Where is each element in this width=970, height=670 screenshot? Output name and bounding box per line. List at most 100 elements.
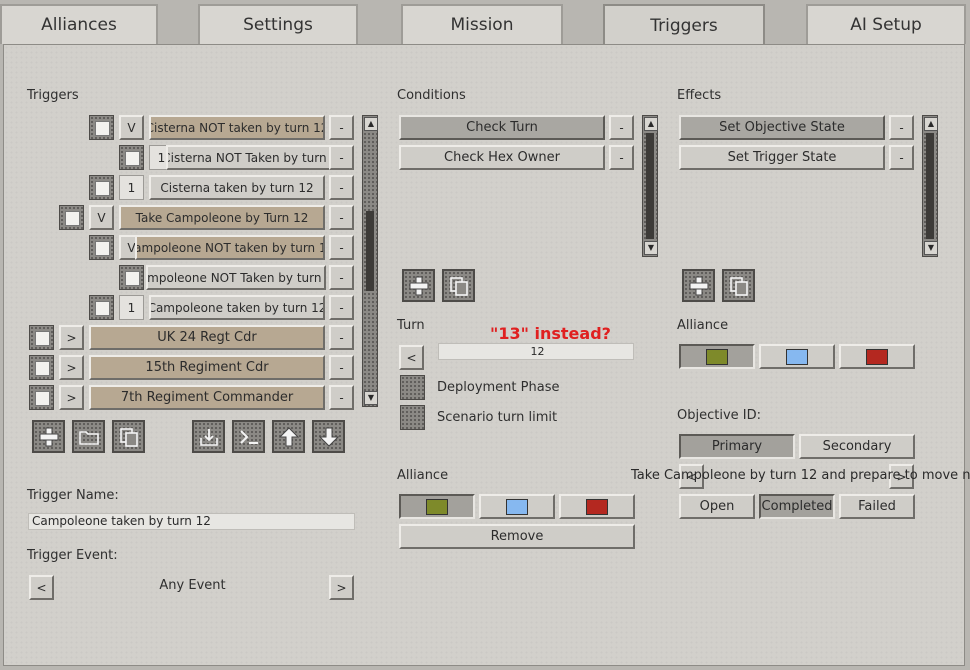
console-button[interactable] [232,420,265,453]
trigger-item[interactable]: Campoleone taken by turn 12 [149,295,325,320]
primary-objective-button[interactable]: Primary [679,434,795,459]
trigger-item[interactable]: 7th Regiment Commander [89,385,325,410]
effect-item[interactable]: Set Objective State [679,115,885,140]
condition-remove-button[interactable]: - [609,145,634,170]
trigger-checkbox[interactable] [119,265,144,290]
scroll-down-arrow[interactable]: ▼ [364,391,378,405]
tab-ai-setup[interactable]: AI Setup [806,4,966,44]
condition-item[interactable]: Check Turn [399,115,605,140]
scroll-thumb[interactable] [926,133,934,239]
alliance-swatch [426,498,448,515]
condition-item[interactable]: Check Hex Owner [399,145,605,170]
arrow-down-icon [318,427,339,447]
trigger-remove-button[interactable]: - [329,265,354,290]
trigger-item[interactable]: Campoleone NOT Taken by turn 12 [146,265,326,290]
alliance-red-button[interactable] [559,494,635,519]
state-open-button[interactable]: Open [679,494,755,519]
state-completed-button[interactable]: Completed [759,494,835,519]
deployment-phase-checkbox[interactable] [400,375,425,400]
secondary-objective-button[interactable]: Secondary [799,434,915,459]
move-down-button[interactable] [312,420,345,453]
effect-remove-button[interactable]: - [889,115,914,140]
trigger-remove-button[interactable]: - [329,115,354,140]
trigger-event-next-button[interactable]: > [329,575,354,600]
trigger-checkbox[interactable] [119,145,144,170]
trigger-expand-button[interactable]: V [89,205,114,230]
trigger-remove-button[interactable]: - [329,175,354,200]
copy-condition-button[interactable] [442,269,475,302]
trigger-item[interactable]: 15th Regiment Cdr [89,355,325,380]
move-up-button[interactable] [272,420,305,453]
effect-alliance-red-button[interactable] [839,344,915,369]
trigger-remove-button[interactable]: - [329,295,354,320]
trigger-event-prev-button[interactable]: < [29,575,54,600]
trigger-remove-button[interactable]: - [329,355,354,380]
scroll-thumb[interactable] [646,133,654,239]
trigger-expand-button[interactable]: > [59,355,84,380]
trigger-item[interactable]: Cisterna NOT Taken by turn 12 [166,145,342,170]
copy-trigger-button[interactable] [112,420,145,453]
conditions-heading: Conditions [397,88,466,103]
effect-remove-button[interactable]: - [889,145,914,170]
conditions-scrollbar[interactable]: ▲ ▼ [642,115,658,257]
trigger-remove-button[interactable]: - [329,205,354,230]
condition-alliance-label: Alliance [397,468,449,483]
copy-icon [449,276,468,296]
add-condition-button[interactable] [402,269,435,302]
triggers-scrollbar[interactable]: ▲ ▼ [362,115,378,407]
scroll-thumb[interactable] [366,211,374,291]
effect-alliance-green-button[interactable] [679,344,755,369]
scenario-turn-limit-checkbox[interactable] [400,405,425,430]
tab-alliances[interactable]: Alliances [0,4,158,44]
trigger-checkbox[interactable] [89,175,114,200]
folder-button[interactable] [72,420,105,453]
trigger-item[interactable]: Cisterna taken by turn 12 [149,175,325,200]
alliance-blue-button[interactable] [479,494,555,519]
trigger-checkbox[interactable] [29,325,54,350]
state-failed-button[interactable]: Failed [839,494,915,519]
alliance-swatch [586,498,608,515]
alliance-green-button[interactable] [399,494,475,519]
trigger-remove-button[interactable]: - [329,235,354,260]
trigger-event-label: Trigger Event: [27,548,118,563]
trigger-expand-button[interactable]: > [59,325,84,350]
trigger-item[interactable]: Cisterna NOT taken by turn 12 [149,115,325,140]
remove-condition-button[interactable]: Remove [399,524,635,549]
trigger-remove-button[interactable]: - [329,385,354,410]
turn-value-field[interactable]: 12 [438,343,634,360]
trigger-checkbox[interactable] [29,355,54,380]
effect-alliance-blue-button[interactable] [759,344,835,369]
plus-icon [39,427,58,446]
trigger-item[interactable]: UK 24 Regt Cdr [89,325,325,350]
add-effect-button[interactable] [682,269,715,302]
effects-scrollbar[interactable]: ▲ ▼ [922,115,938,257]
trigger-expand-button[interactable]: V [119,115,144,140]
trigger-checkbox[interactable] [89,115,114,140]
trigger-checkbox[interactable] [29,385,54,410]
turn-prev-button[interactable]: < [399,345,424,370]
trigger-item[interactable]: Campoleone NOT taken by turn 12 [135,235,325,260]
trigger-checkbox[interactable] [89,235,114,260]
copy-effect-button[interactable] [722,269,755,302]
tab-mission[interactable]: Mission [401,4,563,44]
trigger-remove-button[interactable]: - [329,325,354,350]
scroll-down-arrow[interactable]: ▼ [924,241,938,255]
trigger-name-input[interactable]: Campoleone taken by turn 12 [28,513,355,530]
trigger-checkbox[interactable] [59,205,84,230]
tab-settings[interactable]: Settings [198,4,358,44]
trigger-item[interactable]: Take Campoleone by Turn 12 [119,205,325,230]
condition-remove-button[interactable]: - [609,115,634,140]
scroll-up-arrow[interactable]: ▲ [644,117,658,131]
tab-triggers[interactable]: Triggers [603,4,765,46]
trigger-index: 1 [119,175,144,200]
trigger-checkbox[interactable] [89,295,114,320]
scroll-up-arrow[interactable]: ▲ [364,117,378,131]
scroll-down-arrow[interactable]: ▼ [644,241,658,255]
scenario-turn-limit-label: Scenario turn limit [437,410,558,425]
import-button[interactable] [192,420,225,453]
effect-item[interactable]: Set Trigger State [679,145,885,170]
trigger-expand-button[interactable]: > [59,385,84,410]
scroll-up-arrow[interactable]: ▲ [924,117,938,131]
trigger-remove-button[interactable]: - [329,145,354,170]
add-trigger-button[interactable] [32,420,65,453]
